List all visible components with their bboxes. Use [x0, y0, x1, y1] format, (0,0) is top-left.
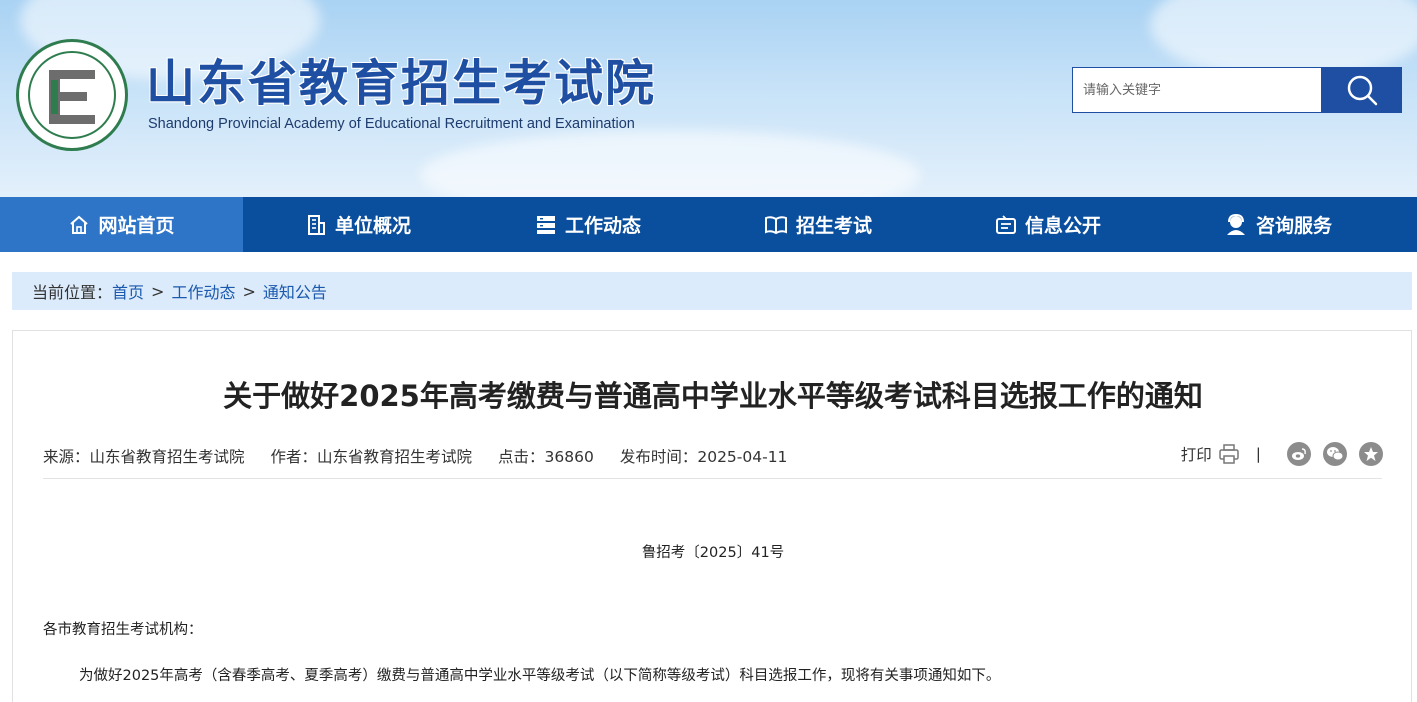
article-meta: 来源：山东省教育招生考试院 作者：山东省教育招生考试院 点击：36860 发布时…: [43, 445, 787, 467]
breadcrumb-link-home[interactable]: 首页: [112, 279, 144, 303]
breadcrumb-link-notices[interactable]: 通知公告: [263, 279, 327, 303]
nav-item-label: 网站首页: [98, 215, 175, 237]
nav-item-about[interactable]: 单位概况: [243, 197, 473, 252]
article-tools: 打印 |: [1181, 442, 1383, 466]
article-source: 来源：山东省教育招生考试院: [43, 448, 245, 466]
document-number: 鲁招考〔2025〕41号: [641, 545, 785, 561]
article-title: 关于做好2025年高考缴费与普通高中学业水平等级考试科目选报工作的通知: [223, 379, 1203, 413]
nav-item-label: 工作动态: [564, 215, 641, 237]
printer-icon: [1219, 444, 1239, 464]
tools-divider: |: [1255, 445, 1261, 463]
site-subtitle: Shandong Provincial Academy of Education…: [148, 116, 635, 132]
print-label: 打印: [1180, 446, 1212, 464]
search-icon: [1347, 75, 1377, 106]
search-button[interactable]: [1321, 67, 1402, 113]
article-paragraph: 为做好2025年高考（含春季高考、夏季高考）缴费与普通高中学业水平等级考试（以下…: [79, 668, 1001, 684]
nav-item-label: 信息公开: [1024, 215, 1101, 237]
breadcrumb-separator: >: [151, 281, 165, 301]
breadcrumb-prefix: 当前位置：: [32, 283, 113, 302]
breadcrumb-separator: >: [242, 281, 256, 301]
background-cloud: [420, 130, 920, 197]
nav-item-disclosure[interactable]: 信息公开: [933, 197, 1163, 252]
article-panel: 关于做好2025年高考缴费与普通高中学业水平等级考试科目选报工作的通知 来源：山…: [12, 330, 1412, 702]
wechat-icon: [1327, 447, 1344, 461]
list-icon: [535, 214, 557, 236]
site-title: 山东省教育招生考试院: [146, 55, 657, 112]
user-service-icon: [1224, 213, 1248, 237]
article-greeting: 各市教育招生考试机构：: [43, 622, 203, 638]
star-icon: [1364, 447, 1378, 461]
article-author: 作者：山东省教育招生考试院: [270, 448, 473, 466]
building-icon: [305, 214, 327, 236]
nav-item-news[interactable]: 工作动态: [473, 197, 703, 252]
meta-divider: [43, 478, 1382, 479]
site-logo[interactable]: [16, 39, 128, 151]
weibo-icon: [1292, 448, 1306, 460]
article-publish-date: 发布时间：2025-04-11: [619, 448, 788, 466]
nav-item-label: 咨询服务: [1255, 215, 1332, 237]
nav-item-consult[interactable]: 咨询服务: [1163, 197, 1393, 252]
book-icon: [764, 214, 788, 236]
share-weibo-button[interactable]: [1287, 442, 1311, 466]
breadcrumb: 当前位置： 首页 > 工作动态 > 通知公告: [12, 272, 1412, 310]
nav-item-exams[interactable]: 招生考试: [703, 197, 933, 252]
breadcrumb-link-news[interactable]: 工作动态: [171, 279, 235, 303]
share-wechat-button[interactable]: [1323, 442, 1347, 466]
logo-e-mark-icon: [49, 70, 95, 124]
site-header: 山东省教育招生考试院 Shandong Provincial Academy o…: [0, 0, 1417, 197]
share-favorite-button[interactable]: [1359, 442, 1383, 466]
main-nav: 网站首页 单位概况 工作动态 招生考试 信息公开 咨询服务: [0, 197, 1417, 252]
nav-item-home[interactable]: 网站首页: [0, 197, 243, 252]
print-button[interactable]: 打印: [1181, 443, 1240, 465]
article-clicks: 点击：36860: [498, 448, 594, 466]
info-icon: [995, 214, 1017, 236]
search-input[interactable]: [1072, 67, 1322, 113]
home-icon: [68, 214, 90, 236]
nav-item-label: 招生考试: [795, 215, 872, 237]
nav-item-label: 单位概况: [334, 215, 411, 237]
